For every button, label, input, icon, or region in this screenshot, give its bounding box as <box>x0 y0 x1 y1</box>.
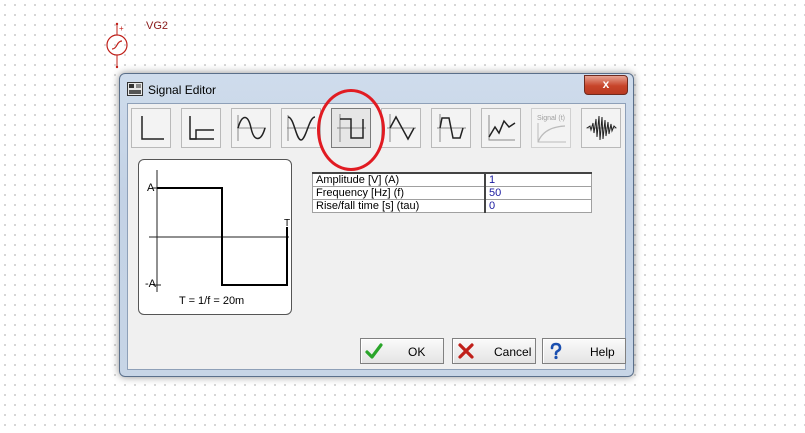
ok-label: OK <box>408 345 426 359</box>
step-waveform-button[interactable] <box>181 108 221 148</box>
period-formula: T = 1/f = 20m <box>179 295 245 307</box>
svg-text:+: + <box>119 24 124 33</box>
piecewise-linear-icon <box>488 115 516 141</box>
unit-step-waveform-button[interactable] <box>131 108 171 148</box>
noise-burst-icon <box>586 115 617 141</box>
general-signal-icon: Signal (t) <box>537 115 566 143</box>
param-name: Rise/fall time [s] (tau) <box>312 199 486 213</box>
amplitude-label: A <box>147 182 155 194</box>
noise-burst-waveform-button[interactable] <box>581 108 621 148</box>
help-button[interactable]: Help <box>542 338 626 364</box>
step-icon <box>189 116 214 140</box>
generator-label: VG2 <box>146 20 169 32</box>
square-wave-preview <box>149 170 289 292</box>
ok-button[interactable]: OK <box>360 338 444 364</box>
square-wave-icon <box>337 114 366 142</box>
waveform-preview: A -A T T = 1/f = 20m <box>138 159 292 315</box>
cosine-waveform-button[interactable] <box>281 108 321 148</box>
param-name: Frequency [Hz] (f) <box>312 186 486 200</box>
param-value-input[interactable]: 1 <box>484 172 592 187</box>
param-value-input[interactable]: 0 <box>484 199 592 213</box>
triangle-wave-icon <box>387 114 416 142</box>
param-row: Frequency [Hz] (f) 50 <box>312 186 592 200</box>
app-icon <box>127 82 143 96</box>
sine-waveform-button[interactable] <box>231 108 271 148</box>
param-row: Rise/fall time [s] (tau) 0 <box>312 199 592 213</box>
piecewise-linear-waveform-button[interactable] <box>481 108 521 148</box>
triangle-waveform-button[interactable] <box>381 108 421 148</box>
general-signal-button[interactable]: Signal (t) <box>531 108 571 148</box>
cancel-label: Cancel <box>494 345 532 359</box>
trapezoid-wave-icon <box>437 114 466 142</box>
close-button[interactable]: x <box>584 75 628 95</box>
cosine-wave-icon <box>287 115 316 141</box>
param-row: Amplitude [V] (A) 1 <box>312 172 592 187</box>
square-waveform-button[interactable] <box>331 108 371 148</box>
unit-step-icon <box>141 116 164 140</box>
trapezoid-waveform-button[interactable] <box>431 108 471 148</box>
voltage-generator-symbol[interactable]: + <box>100 22 136 70</box>
title-bar[interactable]: Signal Editor x <box>120 74 633 104</box>
cancel-button[interactable]: Cancel <box>452 338 536 364</box>
help-label: Help <box>590 345 615 359</box>
checkmark-icon <box>365 343 383 359</box>
question-mark-icon <box>550 342 562 360</box>
parameter-grid: Amplitude [V] (A) 1 Frequency [Hz] (f) 5… <box>312 172 592 213</box>
cancel-x-icon <box>458 343 474 359</box>
general-signal-label: Signal (t) <box>537 115 565 122</box>
window-title: Signal Editor <box>148 83 217 97</box>
sine-wave-icon <box>237 115 266 141</box>
param-value-input[interactable]: 50 <box>484 186 592 200</box>
negative-amplitude-label: -A <box>145 278 156 290</box>
dialog-client-area: Signal (t) A -A T T = 1/f = 20m Amplitud… <box>127 103 626 370</box>
param-name: Amplitude [V] (A) <box>312 172 486 187</box>
period-label: T <box>284 218 291 229</box>
signal-editor-dialog: Signal Editor x Signal (t) A -A T T = 1/… <box>119 73 634 377</box>
